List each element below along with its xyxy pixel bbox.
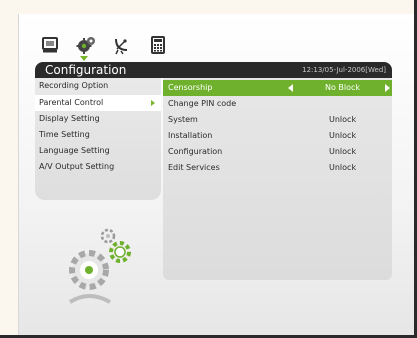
arrow-left-icon[interactable] xyxy=(288,84,293,92)
change-pin-row[interactable]: Change PIN code xyxy=(163,96,392,112)
censorship-row[interactable]: Censorship No Block xyxy=(163,80,392,96)
edit-services-value: Unlock xyxy=(329,163,357,172)
tv-icon[interactable] xyxy=(40,35,60,55)
installation-value: Unlock xyxy=(329,131,357,140)
menu-item-label: Language Setting xyxy=(39,146,110,155)
edit-services-label: Edit Services xyxy=(168,163,220,172)
menu-item-recording-option[interactable]: Recording Option xyxy=(35,78,161,94)
toolbar xyxy=(40,34,168,56)
edit-services-lock-row[interactable]: Edit Services Unlock xyxy=(163,160,392,176)
calculator-icon[interactable] xyxy=(148,35,168,55)
clock-readout: 12:13/05-Jul-2006[Wed] xyxy=(302,66,386,74)
chevron-right-icon xyxy=(151,100,155,106)
configuration-lock-row[interactable]: Configuration Unlock xyxy=(163,144,392,160)
installation-label: Installation xyxy=(168,131,213,140)
gears-decoration-icon xyxy=(64,222,144,312)
installation-lock-row[interactable]: Installation Unlock xyxy=(163,128,392,144)
parental-control-panel: Censorship No Block Change PIN code Syst… xyxy=(163,78,392,280)
configuration-label: Configuration xyxy=(168,147,223,156)
system-label: System xyxy=(168,115,198,124)
page-title: Configuration xyxy=(45,63,127,77)
satellite-dish-icon[interactable] xyxy=(112,35,132,55)
menu-item-display-setting[interactable]: Display Setting xyxy=(35,111,161,127)
menu-item-label: Parental Control xyxy=(39,98,104,107)
menu-item-language-setting[interactable]: Language Setting xyxy=(35,143,161,159)
system-value: Unlock xyxy=(329,115,357,124)
change-pin-label: Change PIN code xyxy=(168,99,237,108)
menu-item-label: Recording Option xyxy=(39,81,109,90)
configuration-value: Unlock xyxy=(329,147,357,156)
system-lock-row[interactable]: System Unlock xyxy=(163,112,392,128)
arrow-right-icon[interactable] xyxy=(385,84,390,92)
settings-gears-icon[interactable] xyxy=(76,35,96,55)
menu-item-label: A/V Output Setting xyxy=(39,162,115,171)
censorship-label: Censorship xyxy=(168,83,213,92)
header-bar: Configuration 12:13/05-Jul-2006[Wed] xyxy=(35,62,392,78)
menu-item-time-setting[interactable]: Time Setting xyxy=(35,127,161,143)
menu-item-parental-control[interactable]: Parental Control xyxy=(35,95,161,111)
menu-item-av-output-setting[interactable]: A/V Output Setting xyxy=(35,159,161,175)
config-menu: Recording Option Parental Control Displa… xyxy=(35,78,161,200)
menu-item-label: Time Setting xyxy=(39,130,90,139)
toolbar-selection-indicator xyxy=(80,56,88,61)
menu-item-label: Display Setting xyxy=(39,114,100,123)
censorship-value: No Block xyxy=(325,83,361,92)
